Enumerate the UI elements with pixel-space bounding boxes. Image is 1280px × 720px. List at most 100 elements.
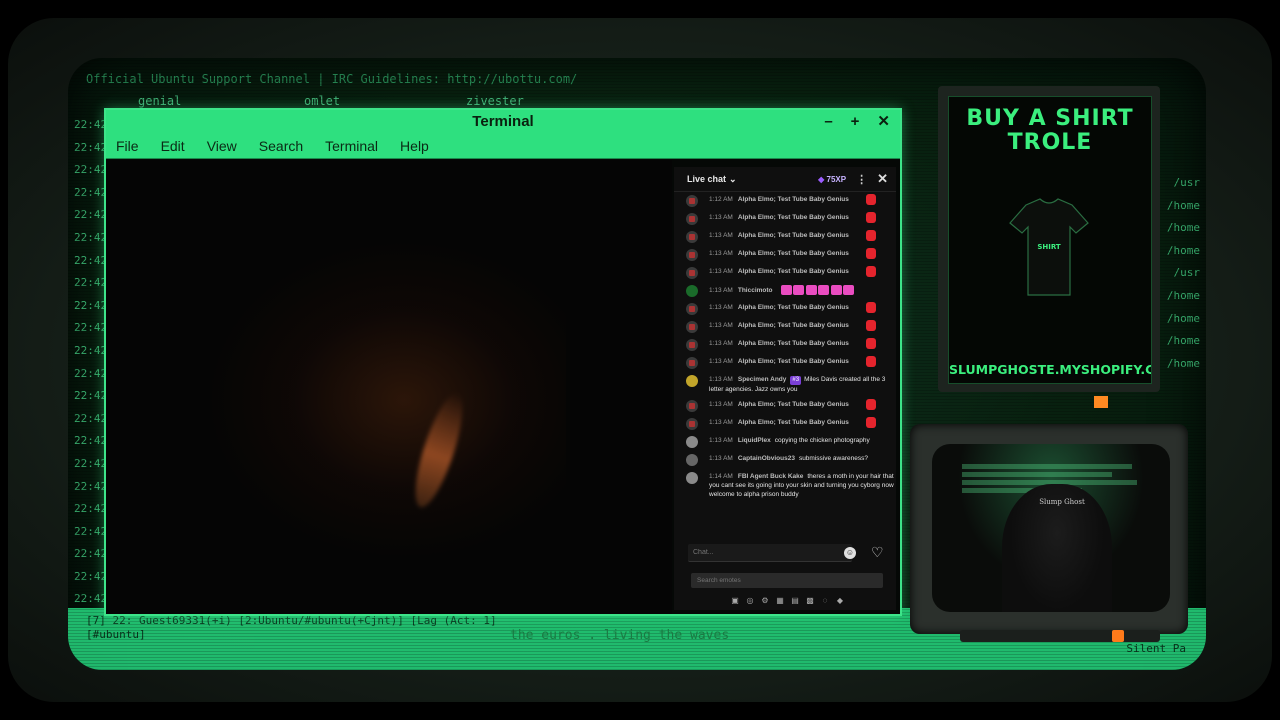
message-author[interactable]: Alpha Elmo; Test Tube Baby Genius — [738, 304, 849, 311]
webcam-feed: Slump Ghost — [932, 444, 1170, 612]
emote-icon — [866, 194, 876, 205]
emote-category-icon[interactable]: ◆ — [835, 596, 845, 606]
avatar[interactable] — [686, 418, 698, 430]
minimize-button[interactable]: – — [824, 110, 832, 134]
avatar[interactable] — [686, 357, 698, 369]
chat-message[interactable]: 1:13 AM LiquidPlex copying the chicken pho… — [674, 436, 896, 448]
emote-category-icon[interactable]: ▤ — [790, 596, 800, 606]
close-button[interactable]: ✕ — [877, 110, 890, 134]
avatar[interactable] — [686, 249, 698, 261]
tv-indicator-light — [1112, 630, 1124, 642]
avatar[interactable] — [686, 195, 698, 207]
message-author[interactable]: Alpha Elmo; Test Tube Baby Genius — [738, 214, 849, 221]
message-author[interactable]: Alpha Elmo; Test Tube Baby Genius — [738, 401, 849, 408]
message-author[interactable]: Specimen Andy — [738, 376, 787, 383]
chat-message[interactable]: 1:13 AM Alpha Elmo; Test Tube Baby Genius — [674, 399, 896, 412]
message-author[interactable]: LiquidPlex — [738, 437, 771, 444]
poster-url[interactable]: SLUMPGHOSTE.MYSHOPIFY.COM — [949, 362, 1151, 377]
chat-message[interactable]: 1:13 AM CaptainObvious23 submissive awaren… — [674, 454, 896, 466]
emote-category-icon[interactable]: ▦ — [775, 596, 785, 606]
message-author[interactable]: FBI Agent Buck Kake — [738, 473, 804, 480]
message-author[interactable]: Alpha Elmo; Test Tube Baby Genius — [738, 232, 849, 239]
chat-message[interactable]: 1:13 AM Alpha Elmo; Test Tube Baby Genius — [674, 338, 896, 351]
avatar[interactable] — [686, 375, 698, 387]
message-author[interactable]: Alpha Elmo; Test Tube Baby Genius — [738, 322, 849, 329]
message-time: 1:13 AM — [709, 214, 733, 221]
avatar[interactable] — [686, 400, 698, 412]
maximize-button[interactable]: + — [851, 110, 860, 134]
avatar[interactable] — [686, 303, 698, 315]
message-time: 1:13 AM — [709, 232, 733, 239]
avatar[interactable] — [686, 454, 698, 466]
tshirt-icon: SHIRT — [1009, 198, 1089, 296]
message-author[interactable]: Alpha Elmo; Test Tube Baby Genius — [738, 419, 849, 426]
emote-icon — [866, 302, 876, 313]
chat-input[interactable] — [688, 544, 852, 562]
emote-category-icon[interactable]: ▩ — [805, 596, 815, 606]
menu-edit[interactable]: Edit — [161, 138, 185, 154]
terminal-titlebar[interactable]: Terminal – + ✕ — [106, 110, 900, 134]
chat-message-list: 1:12 AM Alpha Elmo; Test Tube Baby Genius… — [674, 194, 896, 505]
emote-icon — [830, 285, 842, 295]
chat-message[interactable]: 1:13 AM Alpha Elmo; Test Tube Baby Genius — [674, 230, 896, 243]
message-author[interactable]: Alpha Elmo; Test Tube Baby Genius — [738, 196, 849, 203]
message-author[interactable]: Alpha Elmo; Test Tube Baby Genius — [738, 268, 849, 275]
chat-message[interactable]: 1:13 AM Alpha Elmo; Test Tube Baby Genius — [674, 302, 896, 315]
message-time: 1:13 AM — [709, 322, 733, 329]
monitor-line — [962, 472, 1112, 477]
message-author[interactable]: Alpha Elmo; Test Tube Baby Genius — [738, 358, 849, 365]
close-icon[interactable]: ✕ — [877, 171, 888, 187]
message-author[interactable]: Thiccimoto — [738, 287, 773, 294]
chat-message[interactable]: 1:14 AM FBI Agent Buck Kake theres a moth … — [674, 472, 896, 499]
menu-terminal[interactable]: Terminal — [325, 138, 378, 154]
chat-message[interactable]: 1:13 AM Thiccimoto — [674, 285, 896, 297]
menu-view[interactable]: View — [207, 138, 237, 154]
chat-header: Live chat ⌄ ◆ 75XP ⋮ ✕ — [674, 167, 896, 192]
chevron-down-icon[interactable]: ⌄ — [729, 174, 737, 185]
menu-help[interactable]: Help — [400, 138, 429, 154]
message-time: 1:13 AM — [709, 286, 733, 294]
merch-poster[interactable]: BUY A SHIRT TROLE SHIRT SLUMPGHOSTE.MYSH… — [948, 96, 1152, 384]
avatar[interactable] — [686, 213, 698, 225]
message-body: 1:13 AM Thiccimoto — [709, 285, 896, 295]
chat-message[interactable]: 1:13 AM Alpha Elmo; Test Tube Baby Genius — [674, 320, 896, 333]
chat-message[interactable]: 1:13 AM Alpha Elmo; Test Tube Baby Genius — [674, 212, 896, 225]
message-body: 1:14 AM FBI Agent Buck Kake theres a moth … — [709, 472, 896, 499]
avatar[interactable] — [686, 321, 698, 333]
avatar[interactable] — [686, 472, 698, 484]
tv-control-panel — [960, 630, 1160, 642]
emote-icon — [818, 285, 830, 295]
avatar[interactable] — [686, 231, 698, 243]
shirt-print: SHIRT — [1037, 243, 1061, 251]
message-time: 1:13 AM — [709, 250, 733, 257]
emote-search-input[interactable] — [691, 573, 883, 588]
chat-message[interactable]: 1:13 AM Specimen Andy #3 Miles Davis create… — [674, 375, 896, 394]
emote-icon — [866, 248, 876, 259]
emote-category-icon[interactable]: ◌ — [820, 596, 830, 606]
heart-icon[interactable]: ♡ — [871, 544, 884, 561]
chat-message[interactable]: 1:12 AM Alpha Elmo; Test Tube Baby Genius — [674, 194, 896, 207]
avatar[interactable] — [686, 285, 698, 297]
emote-category-icon[interactable]: ▣ — [730, 596, 740, 606]
emote-category-icon[interactable]: ◎ — [745, 596, 755, 606]
emoji-icon[interactable]: ☺ — [844, 547, 856, 559]
emote-category-icon[interactable]: ⚙ — [760, 596, 770, 606]
menu-file[interactable]: File — [116, 138, 139, 154]
xp-badge[interactable]: ◆ 75XP — [818, 175, 846, 184]
chat-message[interactable]: 1:13 AM Alpha Elmo; Test Tube Baby Genius — [674, 248, 896, 261]
avatar[interactable] — [686, 267, 698, 279]
chat-message[interactable]: 1:13 AM Alpha Elmo; Test Tube Baby Genius — [674, 356, 896, 369]
message-author[interactable]: Alpha Elmo; Test Tube Baby Genius — [738, 340, 849, 347]
avatar[interactable] — [686, 339, 698, 351]
avatar[interactable] — [686, 436, 698, 448]
chat-message[interactable]: 1:13 AM Alpha Elmo; Test Tube Baby Genius — [674, 266, 896, 279]
menu-search[interactable]: Search — [259, 138, 303, 154]
chat-input-row: ☺ ♡ — [688, 544, 888, 562]
emote-icon — [866, 356, 876, 367]
live-chat-label[interactable]: Live chat — [687, 174, 726, 184]
message-time: 1:13 AM — [709, 401, 733, 408]
message-author[interactable]: CaptainObvious23 — [738, 455, 795, 462]
chat-message[interactable]: 1:13 AM Alpha Elmo; Test Tube Baby Genius — [674, 417, 896, 430]
more-options-icon[interactable]: ⋮ — [856, 173, 867, 186]
message-author[interactable]: Alpha Elmo; Test Tube Baby Genius — [738, 250, 849, 257]
